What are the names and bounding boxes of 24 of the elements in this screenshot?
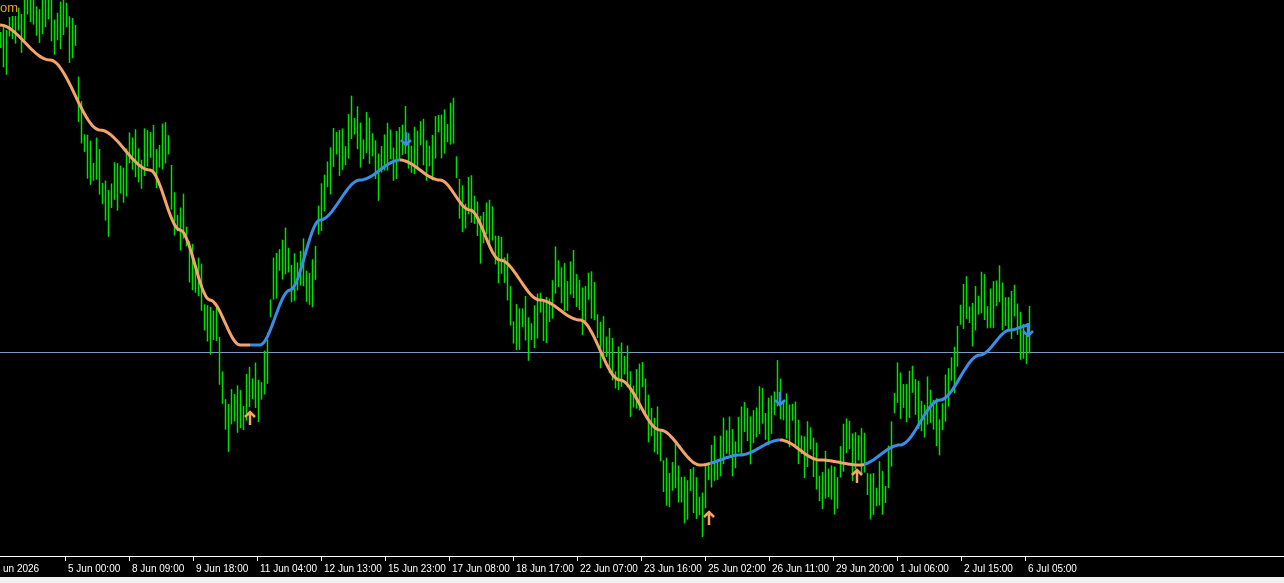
- time-label: 5 Jun 00:00: [68, 562, 121, 576]
- time-label: 22 Jun 07:00: [580, 562, 638, 576]
- time-label: 11 Jun 04:00: [260, 562, 318, 576]
- time-label: 9 Jun 18:00: [196, 562, 249, 576]
- time-label: 12 Jun 13:00: [324, 562, 382, 576]
- chart-label: om: [0, 0, 19, 16]
- down-arrow-icon: [1021, 321, 1035, 338]
- time-label: 26 Jun 11:00: [772, 562, 830, 576]
- time-label: 8 Jun 09:00: [132, 562, 185, 576]
- time-label: 15 Jun 23:00: [388, 562, 446, 576]
- up-arrow-icon: [850, 468, 864, 485]
- down-arrow-icon: [773, 390, 787, 407]
- up-arrow-icon: [243, 410, 257, 427]
- time-label: 6 Jul 05:00: [1028, 562, 1077, 576]
- time-label: 17 Jun 08:00: [452, 562, 510, 576]
- time-label: 29 Jun 20:00: [836, 562, 894, 576]
- time-label: 2 Jul 15:00: [964, 562, 1013, 576]
- time-label: 23 Jun 16:00: [644, 562, 702, 576]
- time-label: 18 Jun 17:00: [516, 562, 574, 576]
- time-label: un 2026: [3, 562, 40, 576]
- up-arrow-icon: [702, 510, 716, 527]
- time-label: 25 Jun 02:00: [708, 562, 766, 576]
- time-label: 1 Jul 06:00: [900, 562, 949, 576]
- down-arrow-icon: [399, 130, 413, 147]
